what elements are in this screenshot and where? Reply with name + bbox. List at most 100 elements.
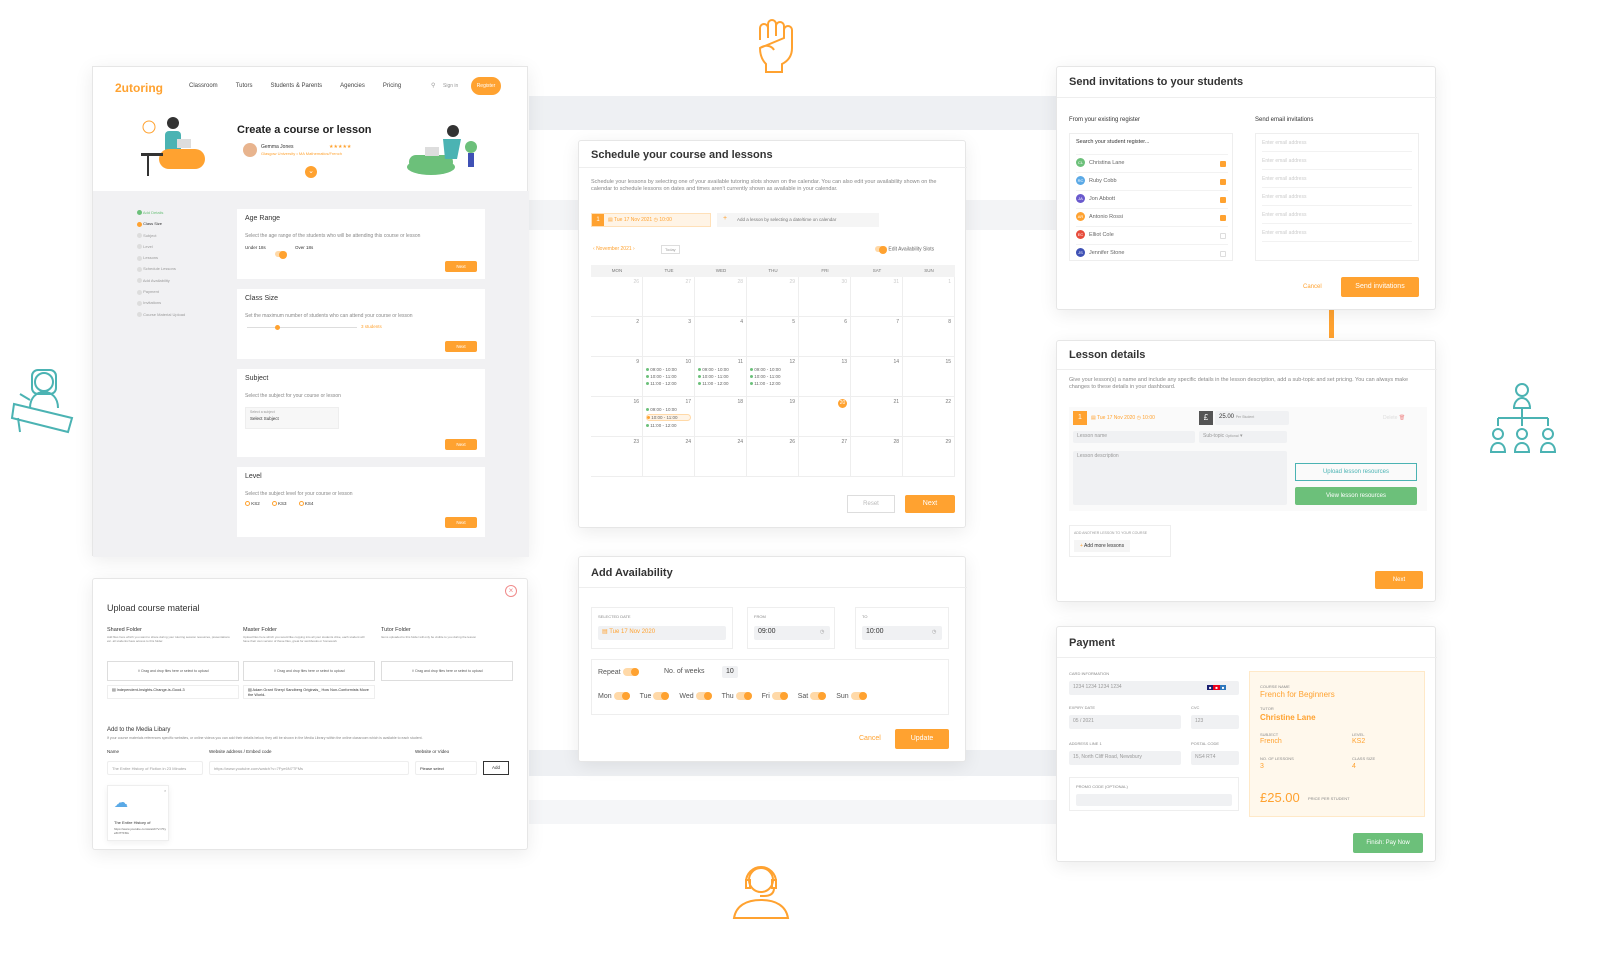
availability-slot[interactable]: 09:00 - 10:00 (646, 407, 691, 412)
nav-item[interactable]: Pricing (383, 83, 401, 89)
calendar-cell[interactable]: 30 (799, 277, 851, 317)
drop-zone[interactable]: ⇪ Drag and drop files here or select to … (243, 661, 375, 681)
calendar-cell[interactable]: 9 (591, 357, 643, 397)
calendar-cell[interactable]: 13 (799, 357, 851, 397)
level-radio[interactable]: KS2 (245, 501, 260, 507)
calendar-cell[interactable]: 27 (799, 437, 851, 477)
availability-slot[interactable]: 11:00 - 12:00 (698, 381, 743, 386)
calendar-cell[interactable]: 28 (695, 277, 747, 317)
step-item[interactable]: Subject (137, 230, 185, 241)
next-button[interactable]: Next (445, 341, 477, 352)
step-item[interactable]: Add Availability (137, 275, 185, 286)
close-icon[interactable]: × (505, 585, 517, 597)
next-button[interactable]: Next (905, 495, 955, 513)
step-item[interactable]: Class Size (137, 218, 185, 229)
availability-slot[interactable]: 11:00 - 12:00 (646, 423, 691, 428)
expiry-input[interactable]: 05 / 2021 (1069, 715, 1181, 729)
calendar-cell[interactable]: 7 (851, 317, 903, 357)
reset-button[interactable]: Reset (847, 495, 895, 513)
student-row[interactable]: RC Ruby Cobb (1076, 172, 1228, 190)
pay-now-button[interactable]: Finish: Pay Now (1353, 833, 1423, 853)
nav-item[interactable]: Students & Parents (270, 83, 322, 89)
today-button[interactable]: Today (661, 245, 680, 254)
step-item[interactable]: Invitations (137, 297, 185, 308)
calendar-cell[interactable]: 21 (851, 397, 903, 437)
student-checkbox[interactable] (1220, 233, 1226, 239)
calendar-cell[interactable]: 24 (695, 437, 747, 477)
age-option-over[interactable]: Over 18s (295, 245, 313, 250)
level-radio[interactable]: KS4 (298, 501, 313, 507)
student-checkbox[interactable] (1220, 161, 1226, 167)
view-resources-button[interactable]: View lesson resources (1295, 487, 1417, 505)
student-row[interactable]: JA Jon Abbott (1076, 190, 1228, 208)
calendar-cell[interactable]: 6 (799, 317, 851, 357)
search-icon[interactable]: ⚲ (431, 82, 435, 89)
calendar-cell[interactable]: 5 (747, 317, 799, 357)
calendar-cell[interactable]: 17 09:00 - 10:00 10:00 - 11:00 11:00 - 1… (643, 397, 695, 437)
remove-icon[interactable]: × (164, 788, 166, 793)
availability-slot[interactable]: 11:00 - 12:00 (750, 381, 795, 386)
price-input[interactable]: 25.00 Per Student (1215, 411, 1289, 425)
step-item[interactable]: Level (137, 241, 185, 252)
calendar-cell[interactable]: 26 (747, 437, 799, 477)
calendar-cell[interactable]: 31 (851, 277, 903, 317)
cancel-button[interactable]: Cancel (859, 735, 881, 742)
media-name-input[interactable]: The Entire History of Fiction in 23 Minu… (107, 761, 203, 775)
class-size-slider[interactable] (247, 325, 357, 330)
scheduled-lesson-chip[interactable]: 1 ▤ Tue 17 Nov 2021 ◷ 10:00 (591, 213, 711, 227)
email-input[interactable]: Enter email address (1262, 206, 1412, 224)
email-input[interactable]: Enter email address (1262, 134, 1412, 152)
edit-availability-toggle[interactable]: Edit Availability Slots (875, 246, 934, 254)
lesson-description-input[interactable]: Lesson description (1073, 451, 1287, 505)
add-lesson-hint[interactable]: + Add a lesson by selecting a date/time … (717, 213, 879, 227)
update-button[interactable]: Update (895, 729, 949, 749)
signin-link[interactable]: Sign in (443, 83, 458, 89)
step-item[interactable]: Schedule Lessons (137, 263, 185, 274)
day-toggle[interactable]: Wed (679, 692, 712, 700)
calendar-cell[interactable]: 28 (851, 437, 903, 477)
next-button[interactable]: Next (445, 439, 477, 450)
calendar-cell[interactable]: 12 09:00 - 10:00 10:00 - 11:00 11:00 - 1… (747, 357, 799, 397)
address-input[interactable]: 15, North Cliff Road, Newsbury (1069, 751, 1181, 765)
send-invitations-button[interactable]: Send invitations (1341, 277, 1419, 297)
calendar-cell[interactable]: 23 (591, 437, 643, 477)
chevron-down-icon[interactable]: ⌄ (305, 166, 317, 178)
calendar-cell[interactable]: 3 (643, 317, 695, 357)
availability-slot[interactable]: 09:00 - 10:00 (750, 367, 795, 372)
add-more-lessons-button[interactable]: + Add more lessons (1074, 540, 1131, 552)
nav-item[interactable]: Tutors (236, 83, 253, 89)
day-toggle[interactable]: Fri (762, 692, 788, 700)
step-item[interactable]: Add Details (137, 207, 185, 218)
availability-slot[interactable]: 10:00 - 11:00 (646, 414, 691, 421)
student-checkbox[interactable] (1220, 251, 1226, 257)
availability-slot[interactable]: 09:00 - 10:00 (646, 367, 691, 372)
availability-slot[interactable]: 09:00 - 10:00 (698, 367, 743, 372)
student-row[interactable]: CL Christina Lane (1076, 154, 1228, 172)
calendar-cell[interactable]: 16 (591, 397, 643, 437)
calendar-cell[interactable]: 11 09:00 - 10:00 10:00 - 11:00 11:00 - 1… (695, 357, 747, 397)
student-checkbox[interactable] (1220, 215, 1226, 221)
calendar-cell[interactable]: 2 (591, 317, 643, 357)
availability-slot[interactable]: 10:00 - 11:00 (750, 374, 795, 379)
postcode-input[interactable]: NS4 RT4 (1191, 751, 1239, 765)
level-radio[interactable]: KS3 (271, 501, 287, 507)
weeks-input[interactable]: 10 (722, 666, 738, 678)
calendar-cell[interactable]: 4 (695, 317, 747, 357)
cancel-button[interactable]: Cancel (1303, 284, 1322, 290)
drop-zone[interactable]: ⇪ Drag and drop files here or select to … (107, 661, 239, 681)
student-row[interactable]: AR Antonio Rossi (1076, 208, 1228, 226)
calendar-cell[interactable]: 14 (851, 357, 903, 397)
calendar-cell[interactable]: 20 (799, 397, 851, 437)
email-input[interactable]: Enter email address (1262, 152, 1412, 170)
availability-slot[interactable]: 11:00 - 12:00 (646, 381, 691, 386)
step-item[interactable]: Course Material Upload (137, 309, 185, 320)
from-time-field[interactable]: FROM 09:00 ◷ (747, 607, 835, 649)
email-input[interactable]: Enter email address (1262, 170, 1412, 188)
register-search-input[interactable]: Search your student register... (1076, 139, 1149, 145)
calendar-cell[interactable]: 24 (643, 437, 695, 477)
calendar-cell[interactable]: 1 (903, 277, 955, 317)
calendar-cell[interactable]: 29 (747, 277, 799, 317)
register-button[interactable]: Register (471, 77, 501, 95)
calendar-cell[interactable]: 18 (695, 397, 747, 437)
calendar-cell[interactable]: 22 (903, 397, 955, 437)
